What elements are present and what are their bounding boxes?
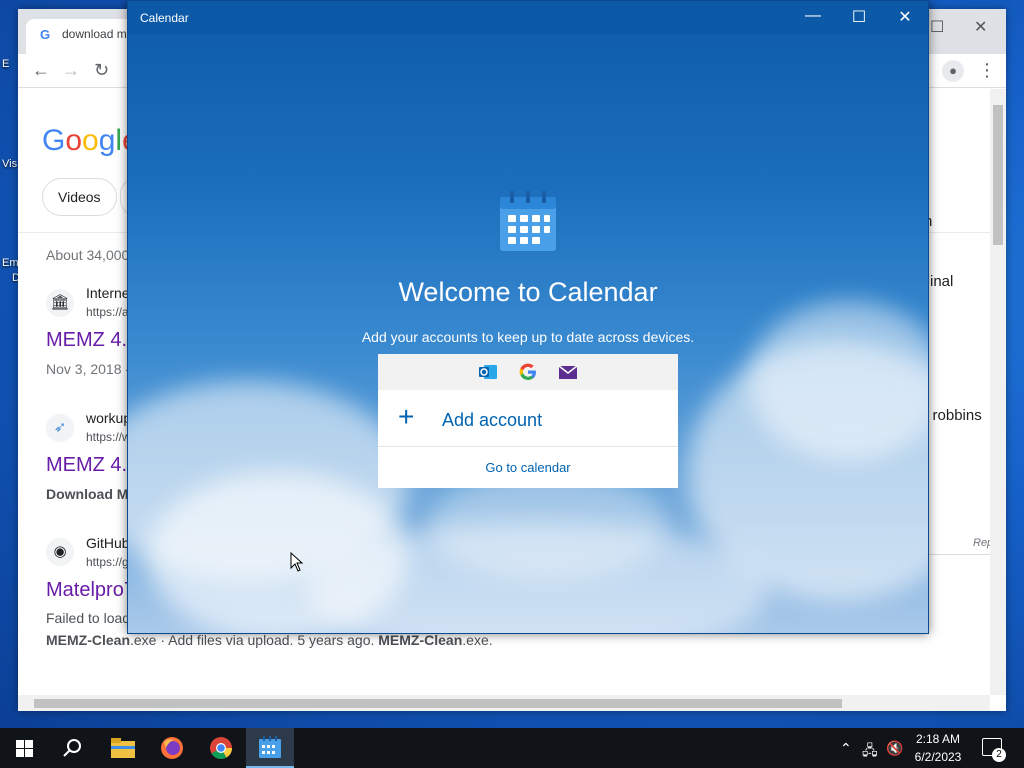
google-logo[interactable]: Google [42, 124, 139, 158]
result-url[interactable]: https://a [86, 305, 129, 319]
snippet-bold: MEMZ-Clean [46, 632, 130, 648]
account-card: + Add account Go to calendar [378, 354, 678, 488]
result-snippet: Download M [46, 486, 129, 502]
result-title[interactable]: MEMZ 4. [46, 454, 127, 477]
back-icon[interactable]: ← [32, 60, 50, 81]
google-icon [519, 363, 536, 380]
taskbar: ⌃ 🖧 🔇 2:18 AM 6/2/2023 2 [0, 728, 1024, 768]
result-snippet-line: MEMZ-Clean.exe · Add files via upload. 5… [46, 632, 493, 648]
forward-icon[interactable]: → [62, 60, 80, 81]
side-panel-text: n robbins [920, 407, 982, 424]
side-panel-text: inal [930, 273, 954, 290]
archive-icon: 🏛 [46, 289, 74, 317]
close-icon[interactable]: ✕ [974, 17, 987, 37]
go-to-calendar-link[interactable]: Go to calendar [378, 460, 678, 475]
videos-chip[interactable]: Videos [42, 178, 117, 216]
maximize-icon[interactable]: ☐ [930, 17, 944, 37]
provider-icons [378, 354, 678, 390]
welcome-subtitle: Add your accounts to keep up to date acr… [361, 329, 695, 345]
search-icon[interactable] [62, 738, 82, 758]
scrollbar-thumb[interactable] [34, 699, 842, 708]
add-account-label: Add account [442, 410, 543, 430]
calendar-icon [500, 191, 556, 251]
clock-date[interactable]: 6/2/2023 [904, 750, 972, 764]
tab-title: download m [62, 27, 127, 41]
result-url[interactable]: https://g [86, 555, 129, 569]
chrome-icon[interactable] [209, 736, 233, 760]
network-icon[interactable]: 🖧 [862, 740, 878, 764]
result-site[interactable]: workup [86, 410, 131, 426]
rocket-icon: ➶ [46, 414, 74, 442]
profile-icon[interactable]: ● [942, 60, 964, 82]
welcome-heading: Welcome to Calendar [398, 277, 658, 307]
close-icon[interactable]: ✕ [882, 7, 928, 27]
snippet-text: .exe · Add files via upload. 5 years ago… [130, 632, 375, 648]
desktop-icon-label[interactable]: E [2, 58, 9, 70]
mail-icon [558, 365, 578, 379]
horizontal-scrollbar[interactable] [18, 695, 990, 711]
calendar-taskbar-button[interactable] [246, 728, 294, 768]
start-icon[interactable] [16, 740, 33, 757]
volume-muted-icon[interactable]: 🔇 [886, 740, 903, 757]
result-snippet: Failed to load [46, 610, 131, 626]
snippet-text: .exe. [462, 632, 493, 648]
vertical-scrollbar[interactable] [990, 89, 1006, 695]
github-icon: ◉ [46, 538, 74, 566]
result-date: Nov 3, 2018 - [46, 361, 131, 377]
mouse-cursor-icon [290, 552, 304, 572]
menu-icon[interactable]: ⋮ [978, 60, 996, 81]
result-stats: About 34,000 [46, 247, 130, 263]
clock-time[interactable]: 2:18 AM [904, 732, 972, 746]
window-title: Calendar [140, 11, 189, 25]
calendar-window: Calendar — ☐ ✕ Welcome to Calendar Add y… [127, 0, 929, 634]
google-favicon-icon: G [40, 27, 51, 42]
calendar-titlebar: Calendar — ☐ ✕ [128, 1, 928, 34]
calendar-icon [259, 736, 281, 758]
result-title[interactable]: Matelpro7 [46, 579, 135, 602]
notification-badge: 2 [992, 748, 1006, 762]
outlook-icon [479, 365, 497, 379]
plus-icon: + [398, 401, 415, 432]
chevron-up-icon[interactable]: ⌃ [840, 740, 852, 757]
result-url[interactable]: https://w [86, 430, 131, 444]
result-site[interactable]: GitHub [86, 535, 130, 551]
firefox-icon[interactable] [160, 736, 184, 760]
desktop-icon-label[interactable]: Vis [2, 158, 17, 170]
add-account-button[interactable]: + Add account [378, 391, 678, 447]
result-title[interactable]: MEMZ 4. [46, 329, 127, 352]
reload-icon[interactable]: ↻ [94, 60, 109, 81]
minimize-icon[interactable]: — [790, 7, 836, 25]
maximize-icon[interactable]: ☐ [836, 7, 882, 27]
result-site[interactable]: Interne [86, 285, 130, 301]
scrollbar-thumb[interactable] [993, 105, 1003, 245]
file-explorer-icon[interactable] [111, 738, 135, 758]
divider [928, 554, 990, 555]
snippet-bold: MEMZ-Clean [378, 632, 463, 648]
desktop-icon-label[interactable]: Em [2, 257, 19, 269]
